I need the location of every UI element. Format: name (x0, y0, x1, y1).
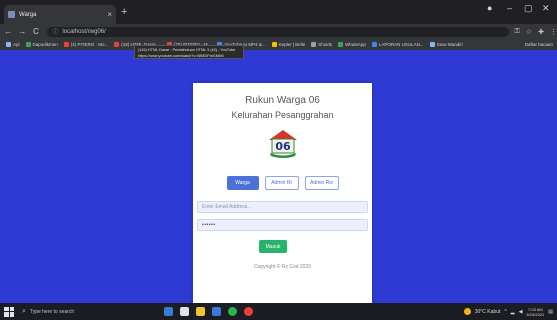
bookmark-favicon-icon (63, 42, 69, 47)
bookmark-label: Stow Mandiri (436, 42, 463, 47)
bookmark-label: (4) PITERO · Mo... (70, 42, 109, 47)
clock-date: 6/15/2021 (526, 311, 545, 317)
windows-start-icon[interactable] (4, 306, 14, 317)
bookmark-favicon-icon (6, 42, 11, 47)
bookmark-favicon-icon (371, 42, 377, 47)
browser-tab[interactable]: Warga × (4, 5, 116, 24)
bookmark-label: Kepler | Belle (278, 42, 306, 47)
login-card: Rukun Warga 06 Kelurahan Pesanggrahan 06… (193, 83, 372, 303)
key-icon[interactable]: ⚿ (515, 28, 520, 36)
tab-title: Warga (19, 11, 37, 18)
bookmark-item[interactable]: Shinds (311, 42, 332, 47)
profile-icon[interactable]: ● (487, 3, 492, 13)
forward-icon[interactable]: → (17, 27, 28, 36)
clock-time: 7:03 AM (528, 306, 543, 312)
role-selector: Warga Admin Rt Admin Rw (193, 176, 372, 190)
bookmark-favicon-icon (271, 42, 277, 47)
weather-icon[interactable] (463, 308, 471, 315)
bookmark-favicon-icon (114, 42, 120, 47)
store-icon[interactable] (180, 307, 189, 316)
bookmark-item[interactable]: LAPORAN USULAN... (371, 42, 424, 47)
reading-list-button[interactable]: Daftar bacaan (525, 42, 553, 47)
link-tooltip: (145) HTML Dasar : Pendahuluan HTML 3 (#… (134, 45, 244, 59)
bookmark-label: LAPORAN USULAN... (378, 42, 424, 47)
address-bar[interactable]: ⓘ localhost/rwg06/ (47, 26, 509, 37)
reload-icon[interactable]: C (31, 27, 42, 36)
mail-icon[interactable] (212, 307, 221, 316)
file-explorer-icon[interactable] (196, 307, 205, 316)
network-icon[interactable]: ▂ (511, 309, 515, 315)
bookmark-favicon-icon (338, 42, 344, 47)
info-icon[interactable]: ⓘ (52, 27, 58, 36)
taskbar-search-placeholder: Type here to search (29, 308, 75, 315)
new-tab-button[interactable]: + (121, 6, 127, 18)
browser-toolbar: ← → C ⓘ localhost/rwg06/ ⚿ ☆ ✚ ⋮ (0, 24, 557, 39)
password-field[interactable]: •••••• (197, 219, 368, 231)
window-close-icon[interactable]: ✕ (542, 3, 550, 14)
login-button[interactable]: Masuk (259, 240, 287, 253)
edge-icon[interactable] (164, 307, 173, 316)
page-background: Rukun Warga 06 Kelurahan Pesanggrahan 06… (0, 50, 557, 303)
bookmark-item[interactable]: Apl (6, 42, 20, 47)
bookmark-item[interactable]: (4) PITERO · Mo... (63, 42, 109, 47)
email-field[interactable]: Enter Email Address... (197, 201, 368, 213)
bookmark-label: WhatsApp (345, 42, 366, 47)
bookmark-item[interactable]: Stow Mandiri (429, 42, 463, 47)
bookmark-item[interactable]: WhatsApp (338, 42, 366, 47)
weather-text[interactable]: 30°C Kabut (475, 309, 501, 315)
logo-text: 06 (275, 140, 291, 153)
bookmark-label: Dapodikmen (32, 42, 58, 47)
page-subtitle: Kelurahan Pesanggrahan (231, 110, 334, 120)
minimize-icon[interactable]: – (507, 3, 512, 13)
chrome-icon[interactable] (244, 307, 253, 316)
bookmark-item[interactable]: Kepler | Belle (271, 42, 306, 47)
tooltip-url: https://www.youtube.com/watch?v=NBE0FIeG… (138, 54, 224, 58)
whatsapp-icon[interactable] (228, 307, 237, 316)
rw-logo: 06 (269, 130, 297, 158)
bookmark-favicon-icon (311, 42, 317, 47)
tab-favicon-icon (8, 11, 15, 18)
tab-close-icon[interactable]: × (107, 10, 112, 19)
bookmark-label: Shinds (318, 42, 333, 47)
copyright-text: Copyright © Rz Cod 2020 (253, 264, 312, 270)
role-admin-rw-button[interactable]: Admin Rw (304, 176, 339, 190)
role-admin-rt-button[interactable]: Admin Rt (264, 176, 299, 190)
bookmark-item[interactable]: Dapodikmen (25, 42, 58, 47)
restore-icon[interactable]: ▢ (524, 3, 533, 14)
star-icon[interactable]: ☆ (526, 28, 532, 36)
tray-chevron-icon[interactable]: ^ (504, 309, 506, 315)
taskbar-search[interactable]: ⌕ Type here to search (22, 306, 130, 318)
bookmark-favicon-icon (25, 42, 31, 47)
back-icon[interactable]: ← (3, 27, 14, 36)
menu-icon[interactable]: ⋮ (550, 28, 557, 36)
url-text: localhost/rwg06/ (62, 28, 106, 35)
bookmark-label: Apl (13, 42, 20, 47)
volume-icon[interactable]: ◀ (519, 309, 523, 315)
notifications-icon[interactable]: ▤ (548, 309, 553, 315)
search-icon: ⌕ (22, 307, 26, 315)
role-warga-button[interactable]: Warga (226, 176, 259, 190)
page-title: Rukun Warga 06 (245, 95, 320, 106)
windows-taskbar: ⌕ Type here to search 30°C Kabut ^ ▂ ◀ 7… (0, 303, 557, 320)
bookmark-favicon-icon (429, 42, 435, 47)
extensions-icon[interactable]: ✚ (538, 28, 544, 36)
clock[interactable]: 7:03 AM 6/15/2021 (526, 307, 544, 317)
browser-titlebar: Warga × + ● – ▢ ✕ (0, 0, 557, 24)
